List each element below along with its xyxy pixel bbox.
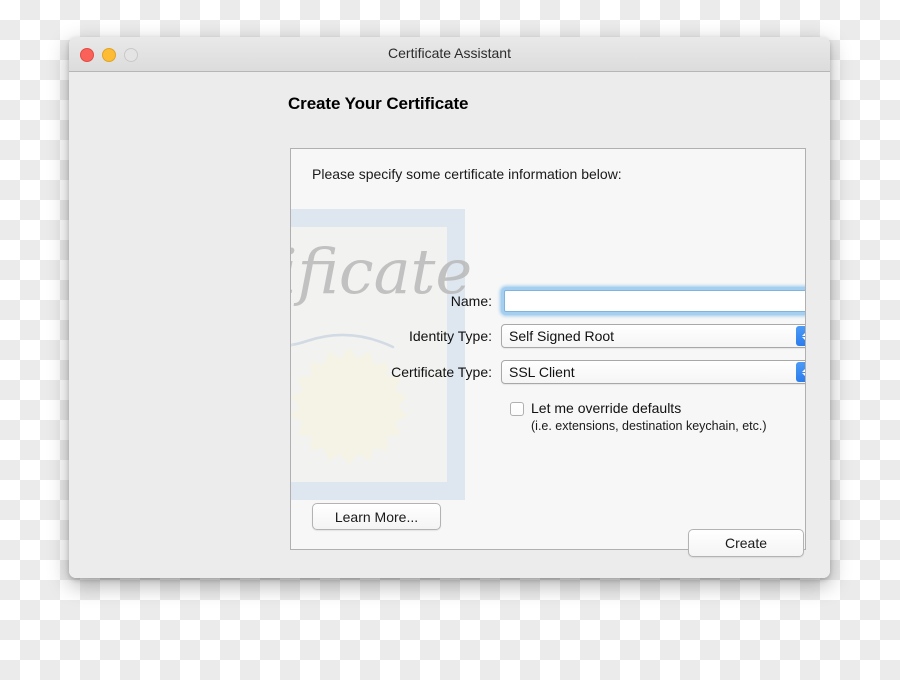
name-focus-ring bbox=[501, 287, 805, 315]
certificate-type-value: SSL Client bbox=[509, 364, 575, 380]
identity-type-popup[interactable]: Self Signed Root bbox=[501, 324, 805, 348]
override-defaults-sublabel: (i.e. extensions, destination keychain, … bbox=[531, 419, 767, 433]
page-title: Create Your Certificate bbox=[288, 94, 469, 113]
name-label: Name: bbox=[450, 293, 492, 309]
identity-type-value: Self Signed Root bbox=[509, 328, 615, 344]
override-defaults-row[interactable]: Let me override defaults (i.e. extension… bbox=[510, 400, 767, 434]
certificate-info-panel: Please specify some certificate informat… bbox=[290, 148, 806, 550]
panel-instruction-text: Please specify some certificate informat… bbox=[312, 166, 622, 182]
watermark-border bbox=[291, 209, 465, 500]
create-button[interactable]: Create bbox=[688, 529, 804, 557]
window-title: Certificate Assistant bbox=[388, 45, 511, 61]
field-row-certificate-type: Certificate Type: SSL Client bbox=[353, 360, 805, 384]
chevron-up-icon bbox=[801, 331, 805, 336]
field-row-identity-type: Identity Type: Self Signed Root bbox=[353, 324, 805, 348]
identity-type-label: Identity Type: bbox=[408, 328, 492, 344]
chevron-up-icon bbox=[801, 367, 805, 372]
certificate-type-stepper-icon[interactable] bbox=[796, 362, 805, 382]
chevron-down-icon bbox=[801, 372, 805, 377]
certificate-assistant-window: Certificate Assistant Create Your Certif… bbox=[69, 37, 830, 578]
watermark-inner-page bbox=[291, 227, 447, 482]
chevron-down-icon bbox=[801, 336, 805, 341]
window-body: Create Your Certificate Please specify s… bbox=[69, 72, 830, 578]
window-titlebar: Certificate Assistant bbox=[69, 37, 830, 72]
learn-more-button[interactable]: Learn More... bbox=[312, 503, 441, 530]
certificate-type-popup[interactable]: SSL Client bbox=[501, 360, 805, 384]
field-row-name: Name: bbox=[353, 287, 805, 315]
identity-type-stepper-icon[interactable] bbox=[796, 326, 805, 346]
override-defaults-texts: Let me override defaults (i.e. extension… bbox=[531, 400, 767, 434]
certificate-watermark-image: Certificate bbox=[291, 209, 472, 500]
override-defaults-label: Let me override defaults bbox=[531, 400, 682, 416]
certificate-type-label: Certificate Type: bbox=[391, 364, 492, 380]
screenshot-canvas: Certificate Assistant Create Your Certif… bbox=[0, 0, 900, 680]
name-input[interactable] bbox=[504, 290, 805, 312]
override-defaults-checkbox[interactable] bbox=[510, 402, 524, 416]
